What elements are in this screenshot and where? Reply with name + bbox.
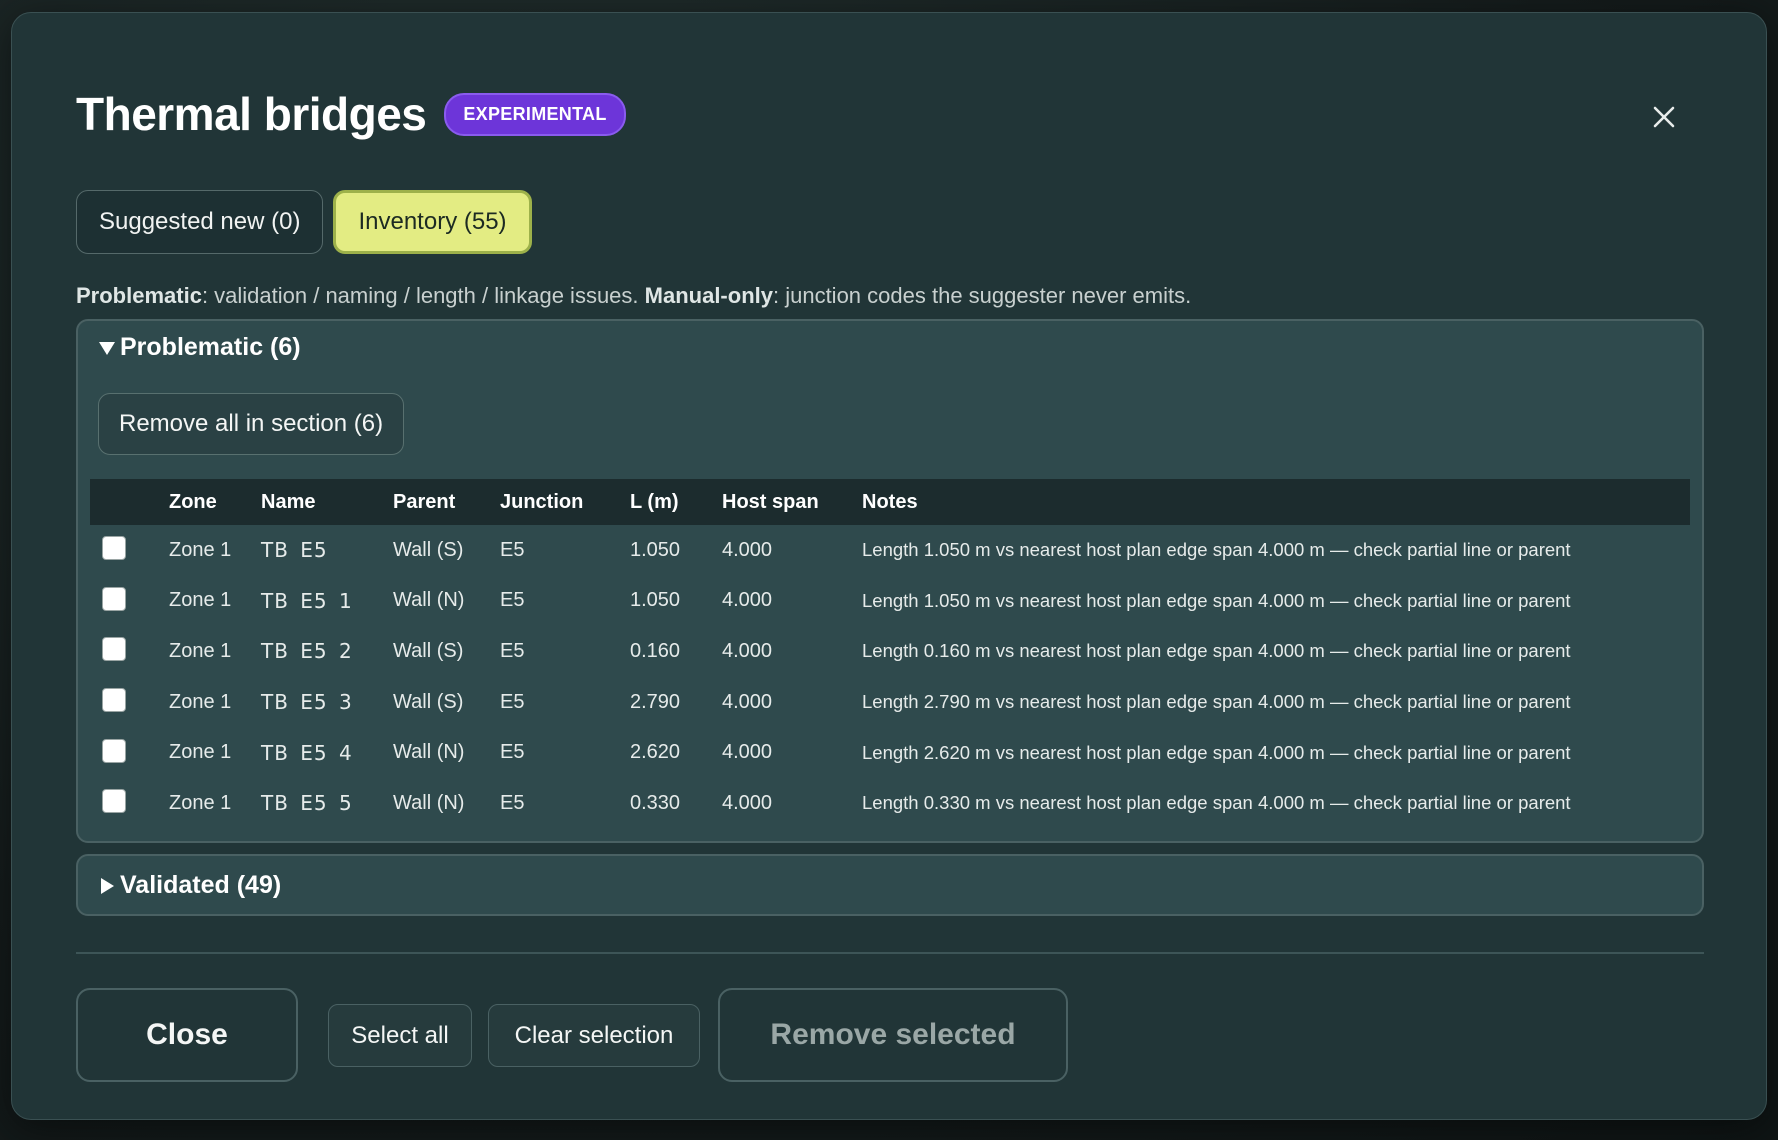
- zone-cell: Zone 1: [169, 639, 232, 662]
- junction-cell: E5: [500, 741, 525, 764]
- name-cell: TB E5: [261, 538, 328, 563]
- length-cell: 1.050: [630, 538, 681, 561]
- column-header-select: [90, 479, 169, 525]
- legend-desc-manual-only: : junction codes the suggester never emi…: [772, 283, 1192, 308]
- notes-cell: Length 2.620 m vs nearest host plan edge…: [862, 741, 1571, 763]
- row-select-cell: [90, 626, 169, 677]
- row-checkbox[interactable]: [102, 586, 126, 611]
- legend-description: Problematic: validation / naming / lengt…: [76, 283, 1191, 309]
- section-validated-label: Validated (49): [120, 871, 282, 899]
- parent-cell: Wall (N): [393, 741, 465, 764]
- row-select-cell: [90, 778, 169, 829]
- table-row[interactable]: Zone 1 TB E5 1 Wall (N) E5 1.050 4.000 L…: [90, 576, 1690, 627]
- dialog-header: Thermal bridges EXPERIMENTAL: [76, 91, 626, 137]
- host-span-cell: 4.000: [722, 589, 773, 612]
- notes-cell: Length 2.790 m vs nearest host plan edge…: [862, 691, 1571, 713]
- parent-cell: Wall (S): [393, 538, 464, 561]
- row-select-cell: [90, 576, 169, 627]
- problematic-table: Zone Name Parent Junction L (m) Host spa…: [90, 479, 1690, 829]
- row-checkbox[interactable]: [102, 637, 126, 662]
- junction-cell: E5: [500, 639, 525, 662]
- notes-cell: Length 1.050 m vs nearest host plan edge…: [862, 539, 1571, 561]
- clear-selection-button[interactable]: Clear selection: [488, 1004, 700, 1067]
- zone-cell: Zone 1: [169, 589, 232, 612]
- notes-cell: Length 0.160 m vs nearest host plan edge…: [862, 640, 1571, 662]
- notes-cell: Length 0.330 m vs nearest host plan edge…: [862, 792, 1571, 814]
- name-cell: TB E5 4: [261, 740, 353, 765]
- host-span-cell: 4.000: [722, 538, 773, 561]
- thermal-bridges-dialog: Thermal bridges EXPERIMENTAL Suggested n…: [11, 12, 1767, 1120]
- legend-term-manual-only: Manual-only: [644, 283, 773, 308]
- experimental-badge: EXPERIMENTAL: [444, 92, 626, 136]
- column-header-notes: Notes: [862, 479, 1690, 525]
- length-cell: 2.790: [630, 690, 681, 713]
- row-checkbox[interactable]: [102, 688, 126, 713]
- host-span-cell: 4.000: [722, 741, 773, 764]
- length-cell: 1.050: [630, 589, 681, 612]
- tab-bar: Suggested new (0) Inventory (55): [76, 190, 532, 254]
- junction-cell: E5: [500, 589, 525, 612]
- zone-cell: Zone 1: [169, 538, 232, 561]
- row-checkbox[interactable]: [102, 536, 126, 561]
- tab-inventory[interactable]: Inventory (55): [333, 190, 532, 254]
- column-header-parent: Parent: [393, 479, 500, 525]
- caret-down-icon: [99, 341, 115, 355]
- zone-cell: Zone 1: [169, 690, 232, 713]
- length-cell: 0.330: [630, 791, 681, 814]
- dialog-title: Thermal bridges: [76, 88, 427, 140]
- zone-cell: Zone 1: [169, 791, 232, 814]
- column-header-junction: Junction: [500, 479, 630, 525]
- close-button[interactable]: Close: [76, 988, 298, 1082]
- length-cell: 0.160: [630, 639, 681, 662]
- table-row[interactable]: Zone 1 TB E5 5 Wall (N) E5 0.330 4.000 L…: [90, 778, 1690, 829]
- parent-cell: Wall (S): [393, 690, 464, 713]
- table-row[interactable]: Zone 1 TB E5 2 Wall (S) E5 0.160 4.000 L…: [90, 626, 1690, 677]
- name-cell: TB E5 2: [261, 639, 353, 664]
- section-problematic-label: Problematic (6): [120, 333, 301, 361]
- name-cell: TB E5 3: [261, 690, 353, 715]
- section-validated-toggle[interactable]: Validated (49): [98, 871, 281, 900]
- select-all-button[interactable]: Select all: [328, 1004, 472, 1067]
- column-header-zone: Zone: [169, 479, 261, 525]
- host-span-cell: 4.000: [722, 639, 773, 662]
- table-row[interactable]: Zone 1 TB E5 4 Wall (N) E5 2.620 4.000 L…: [90, 727, 1690, 778]
- legend-desc-problematic: : validation / naming / length / linkage…: [201, 283, 645, 308]
- column-header-length: L (m): [630, 479, 722, 525]
- remove-selected-button[interactable]: Remove selected: [718, 988, 1068, 1082]
- row-select-cell: [90, 727, 169, 778]
- footer-divider: [76, 952, 1704, 954]
- row-select-cell: [90, 677, 169, 728]
- zone-cell: Zone 1: [169, 741, 232, 764]
- remove-all-in-section-button[interactable]: Remove all in section (6): [98, 393, 405, 455]
- column-header-name: Name: [261, 479, 393, 525]
- parent-cell: Wall (S): [393, 639, 464, 662]
- notes-cell: Length 1.050 m vs nearest host plan edge…: [862, 589, 1571, 611]
- host-span-cell: 4.000: [722, 690, 773, 713]
- parent-cell: Wall (N): [393, 791, 465, 814]
- caret-right-icon: [101, 877, 114, 894]
- table-header-row: Zone Name Parent Junction L (m) Host spa…: [90, 479, 1690, 525]
- length-cell: 2.620: [630, 741, 681, 764]
- section-problematic: Problematic (6) Remove all in section (6…: [76, 319, 1704, 843]
- name-cell: TB E5 5: [261, 791, 353, 816]
- tab-suggested-new[interactable]: Suggested new (0): [76, 190, 324, 254]
- junction-cell: E5: [500, 791, 525, 814]
- name-cell: TB E5 1: [261, 588, 353, 613]
- section-problematic-toggle[interactable]: Problematic (6): [98, 333, 301, 362]
- row-checkbox[interactable]: [102, 738, 126, 763]
- table-row[interactable]: Zone 1 TB E5 3 Wall (S) E5 2.790 4.000 L…: [90, 677, 1690, 728]
- junction-cell: E5: [500, 690, 525, 713]
- column-header-host-span: Host span: [722, 479, 862, 525]
- junction-cell: E5: [500, 538, 525, 561]
- section-validated: Validated (49): [76, 854, 1704, 916]
- close-icon[interactable]: [1646, 99, 1682, 135]
- row-select-cell: [90, 525, 169, 576]
- table-row[interactable]: Zone 1 TB E5 Wall (S) E5 1.050 4.000 Len…: [90, 525, 1690, 576]
- parent-cell: Wall (N): [393, 589, 465, 612]
- legend-term-problematic: Problematic: [76, 283, 202, 308]
- host-span-cell: 4.000: [722, 791, 773, 814]
- row-checkbox[interactable]: [102, 789, 126, 814]
